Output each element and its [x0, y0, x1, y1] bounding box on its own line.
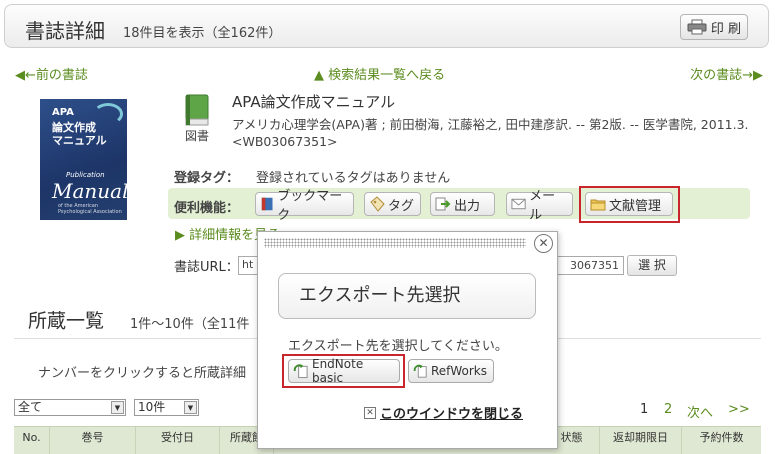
result-position: 18件目を表示（全162件） [123, 26, 282, 41]
per-page-select[interactable]: 10件 ▼ [134, 399, 199, 416]
dropdown-arrow-icon: ▼ [184, 401, 197, 414]
close-window-link[interactable]: ✕ このウインドウを閉じる [364, 403, 523, 422]
next-record-link[interactable]: 次の書誌→▶ [690, 64, 763, 83]
refworks-label: RefWorks [430, 364, 487, 378]
cover-text: APA [52, 107, 74, 118]
column-header: No. [14, 427, 50, 454]
pager-current-page: 1 [640, 402, 649, 417]
select-url-button[interactable]: 選 択 [627, 255, 677, 276]
url-text-end: 3067351 [570, 259, 619, 272]
holdings-title: 所蔵一覧 [28, 310, 105, 332]
book-description: アメリカ心理学会(APA)著 ; 前田樹海, 江藤裕之, 田中建彦訳. -- 第… [232, 117, 749, 149]
url-text-start: ht [242, 258, 254, 271]
column-header: 受付日 [136, 427, 220, 454]
book-title: APA論文作成マニュアル [232, 93, 396, 111]
book-type-label: 図書 [185, 129, 210, 143]
mail-icon [511, 198, 526, 210]
cover-text: Publication [66, 171, 105, 179]
book-cover-image: APA 論文作成 マニュアル Publication Manual of the … [40, 99, 127, 220]
dropdown-arrow-icon: ▼ [111, 401, 124, 414]
holdings-note: ナンバーをクリックすると所蔵詳細 [38, 366, 247, 381]
export-dialog-title: エクスポート先選択 [278, 273, 536, 319]
record-url-label: 書誌URL： [174, 260, 239, 275]
cover-title: 論文作成 マニュアル [52, 121, 107, 147]
output-label: 出力 [454, 198, 481, 214]
export-dialog-message: エクスポート先を選択してください。 [288, 339, 508, 354]
cover-text: of the American Psychological Associatio… [58, 203, 122, 215]
cover-text: Manual [52, 179, 127, 203]
tags-value: 登録されているタグはありません [256, 171, 451, 186]
printer-icon [687, 19, 707, 35]
holdings-count: 1件～10件（全11件 [130, 317, 250, 332]
refworks-button[interactable]: RefWorks [408, 359, 494, 383]
page-title: 書誌詳細 [25, 19, 105, 43]
bookmark-button[interactable]: ブックマーク [255, 189, 354, 223]
mail-button[interactable]: メール [506, 189, 573, 223]
print-label: 印 刷 [710, 21, 742, 37]
page-header: 書誌詳細 18件目を表示（全162件） 印 刷 [4, 4, 769, 48]
close-window-label: このウインドウを閉じる [380, 407, 524, 422]
mail-label: メール [529, 189, 556, 223]
scope-select-value: 全て [18, 400, 43, 414]
pager-page-2[interactable]: 2 [664, 402, 672, 417]
prev-record-link[interactable]: ◀←前の書誌 [15, 64, 88, 83]
highlight-box [282, 354, 405, 388]
print-button[interactable]: 印 刷 [680, 14, 748, 40]
column-header: 予約件数 [699, 431, 744, 444]
tags-label: 登録タグ： [174, 171, 240, 186]
column-header: 返却期限日 [600, 427, 682, 454]
close-icon[interactable]: ✕ [534, 234, 553, 253]
column-header: 巻号 [50, 427, 136, 454]
pager-next[interactable]: 次へ [687, 402, 713, 421]
output-button[interactable]: 出力 [430, 192, 495, 216]
export-document-icon [413, 364, 427, 378]
scope-select[interactable]: 全て ▼ [14, 399, 126, 416]
export-arrow-icon [435, 197, 451, 211]
bookmark-label: ブックマーク [277, 189, 343, 223]
bookmark-icon [261, 197, 273, 211]
dialog-drag-handle[interactable] [264, 238, 526, 248]
close-box-icon: ✕ [364, 406, 376, 419]
tag-label: タグ [388, 198, 415, 214]
tag-icon [370, 196, 385, 212]
highlight-box [579, 186, 680, 223]
tag-button[interactable]: タグ [364, 192, 421, 216]
per-page-select-value: 10件 [138, 400, 166, 414]
pager-last[interactable]: >> [728, 402, 750, 417]
back-to-results-link[interactable]: ▲ 検索結果一覧へ戻る [314, 64, 445, 83]
tools-label: 便利機能： [174, 201, 240, 216]
book-type-icon [185, 94, 209, 126]
